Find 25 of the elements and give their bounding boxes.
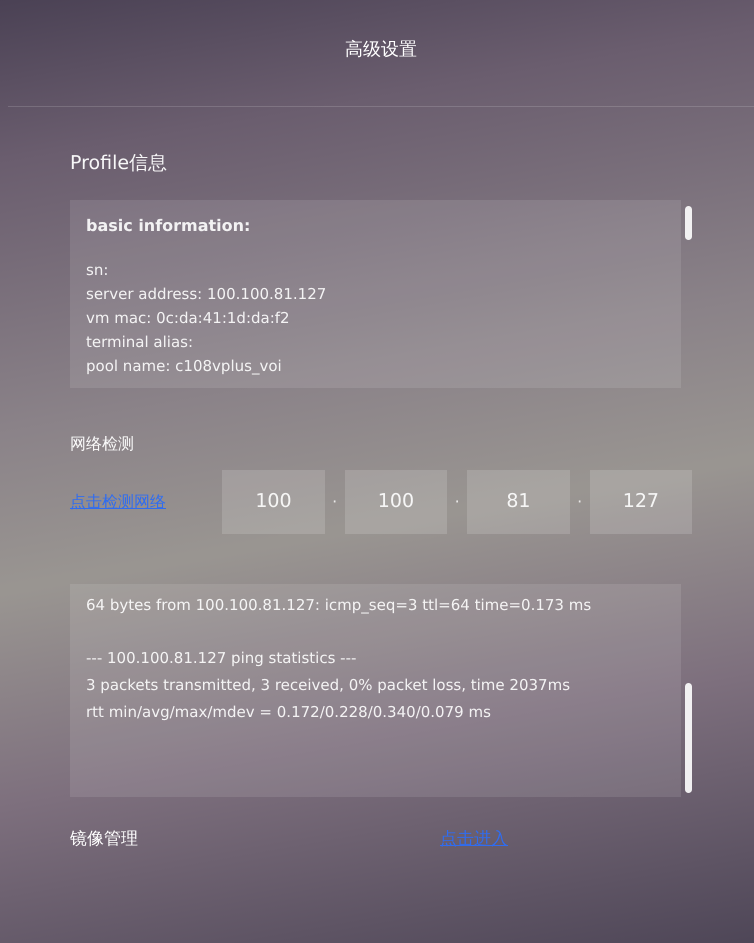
enter-link[interactable]: 点击进入 bbox=[440, 826, 508, 852]
info-line: sn: bbox=[86, 260, 110, 280]
ip-separator: · bbox=[454, 490, 461, 512]
ip-separator: · bbox=[331, 490, 338, 512]
ping-output-line: --- 100.100.81.127 ping statistics --- bbox=[86, 648, 358, 668]
section-heading: Profile信息 bbox=[70, 151, 168, 176]
info-title: basic information: bbox=[86, 214, 252, 236]
ping-output-line: 3 packets transmitted, 3 received, 0% packet loss, time 2037ms bbox=[86, 674, 572, 696]
section-heading: 网络检测 bbox=[70, 432, 135, 454]
info-line: pool name: c108vplus_voi bbox=[86, 356, 283, 376]
check-network-link[interactable]: 点击检测网络 bbox=[70, 490, 222, 514]
ping-output-line: rtt min/avg/max/mdev = 0.172/0.228/0.340/0.079 ms bbox=[86, 702, 492, 722]
scrollbar-thumb[interactable] bbox=[685, 682, 692, 792]
info-line: terminal alias: bbox=[86, 332, 194, 352]
info-line: vm mac: 0c:da:41:1d:da:f2 bbox=[86, 308, 291, 328]
ip-octet-field[interactable]: 100 bbox=[344, 470, 448, 534]
page-title: 高级设置 bbox=[345, 38, 417, 62]
ip-octet-field[interactable]: 100 bbox=[222, 470, 325, 534]
ip-separator: · bbox=[576, 490, 584, 512]
ip-octet-field[interactable]: 81 bbox=[467, 470, 570, 534]
scrollbar-thumb[interactable] bbox=[685, 206, 692, 240]
info-line: server address: 100.100.81.127 bbox=[86, 284, 328, 304]
ping-output-line: 64 bytes from 100.100.81.127: icmp_seq=3 ttl=64 time=0.173 ms bbox=[86, 594, 592, 616]
section-heading: 镜像管理 bbox=[70, 828, 139, 850]
ip-octet-field[interactable]: 127 bbox=[590, 470, 692, 534]
